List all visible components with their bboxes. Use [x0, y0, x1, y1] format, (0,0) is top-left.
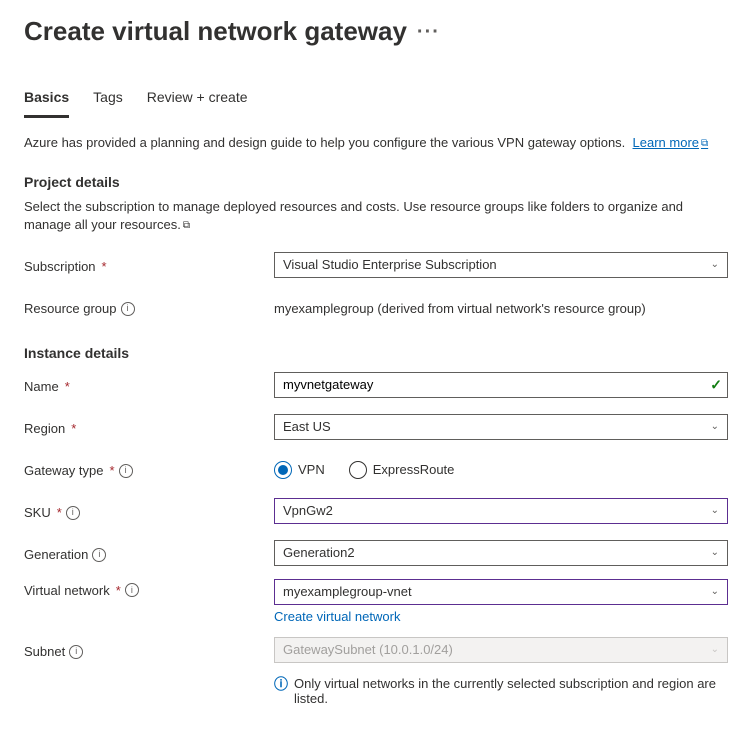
virtual-network-select[interactable]: myexamplegroup-vnet ⌄ [274, 579, 728, 605]
radio-unchecked-icon [349, 461, 367, 479]
region-value: East US [283, 419, 331, 434]
required-asterisk: * [57, 505, 62, 520]
gateway-type-er-label: ExpressRoute [373, 462, 455, 477]
learn-more-link[interactable]: Learn more⧉ [633, 135, 709, 150]
required-asterisk: * [102, 259, 107, 274]
resource-group-label: Resource group [24, 301, 117, 316]
subscription-value: Visual Studio Enterprise Subscription [283, 257, 497, 272]
subnet-select: GatewaySubnet (10.0.1.0/24) ⌄ [274, 637, 728, 663]
virtual-network-value: myexamplegroup-vnet [283, 584, 412, 599]
info-icon[interactable]: i [66, 506, 80, 520]
radio-checked-icon [274, 461, 292, 479]
gateway-type-label: Gateway type [24, 463, 104, 478]
subscription-label: Subscription [24, 259, 96, 274]
generation-label: Generation [24, 547, 88, 562]
generation-select[interactable]: Generation2 ⌄ [274, 540, 728, 566]
info-icon[interactable]: i [69, 645, 83, 659]
page-title: Create virtual network gateway [24, 16, 407, 47]
required-asterisk: * [110, 463, 115, 478]
project-details-heading: Project details [24, 174, 728, 190]
chevron-down-icon: ⌄ [711, 259, 719, 270]
project-details-desc: Select the subscription to manage deploy… [24, 199, 683, 232]
external-link-icon: ⧉ [701, 138, 708, 149]
info-icon[interactable]: i [92, 548, 106, 562]
name-label: Name [24, 379, 59, 394]
generation-value: Generation2 [283, 545, 355, 560]
region-select[interactable]: East US ⌄ [274, 414, 728, 440]
check-icon: ✓ [710, 376, 722, 393]
required-asterisk: * [65, 379, 70, 394]
chevron-down-icon: ⌄ [711, 586, 719, 597]
tab-review-create[interactable]: Review + create [147, 83, 248, 118]
subnet-value: GatewaySubnet (10.0.1.0/24) [283, 642, 453, 657]
subnet-label: Subnet [24, 644, 65, 659]
info-solid-icon: ⓘ [274, 676, 288, 693]
chevron-down-icon: ⌄ [711, 505, 719, 516]
gateway-type-expressroute-radio[interactable]: ExpressRoute [349, 461, 455, 479]
tab-tags[interactable]: Tags [93, 83, 123, 118]
intro-text: Azure has provided a planning and design… [24, 135, 625, 150]
virtual-network-label: Virtual network [24, 583, 110, 598]
more-menu-icon[interactable]: ··· [417, 22, 440, 42]
info-icon[interactable]: i [121, 302, 135, 316]
resource-group-value: myexamplegroup (derived from virtual net… [274, 297, 728, 316]
vnet-hint-text: Only virtual networks in the currently s… [294, 676, 728, 706]
create-virtual-network-link[interactable]: Create virtual network [274, 609, 400, 624]
info-icon[interactable]: i [119, 464, 133, 478]
info-icon[interactable]: i [125, 583, 139, 597]
chevron-down-icon: ⌄ [711, 644, 719, 655]
sku-select[interactable]: VpnGw2 ⌄ [274, 498, 728, 524]
sku-value: VpnGw2 [283, 503, 333, 518]
tab-basics[interactable]: Basics [24, 83, 69, 118]
subscription-select[interactable]: Visual Studio Enterprise Subscription ⌄ [274, 252, 728, 278]
gateway-type-vpn-label: VPN [298, 462, 325, 477]
name-input[interactable] [274, 372, 728, 398]
required-asterisk: * [116, 583, 121, 598]
chevron-down-icon: ⌄ [711, 421, 719, 432]
chevron-down-icon: ⌄ [711, 547, 719, 558]
region-label: Region [24, 421, 65, 436]
sku-label: SKU [24, 505, 51, 520]
external-link-icon: ⧉ [183, 220, 190, 231]
required-asterisk: * [71, 421, 76, 436]
instance-details-heading: Instance details [24, 345, 728, 361]
gateway-type-vpn-radio[interactable]: VPN [274, 461, 325, 479]
